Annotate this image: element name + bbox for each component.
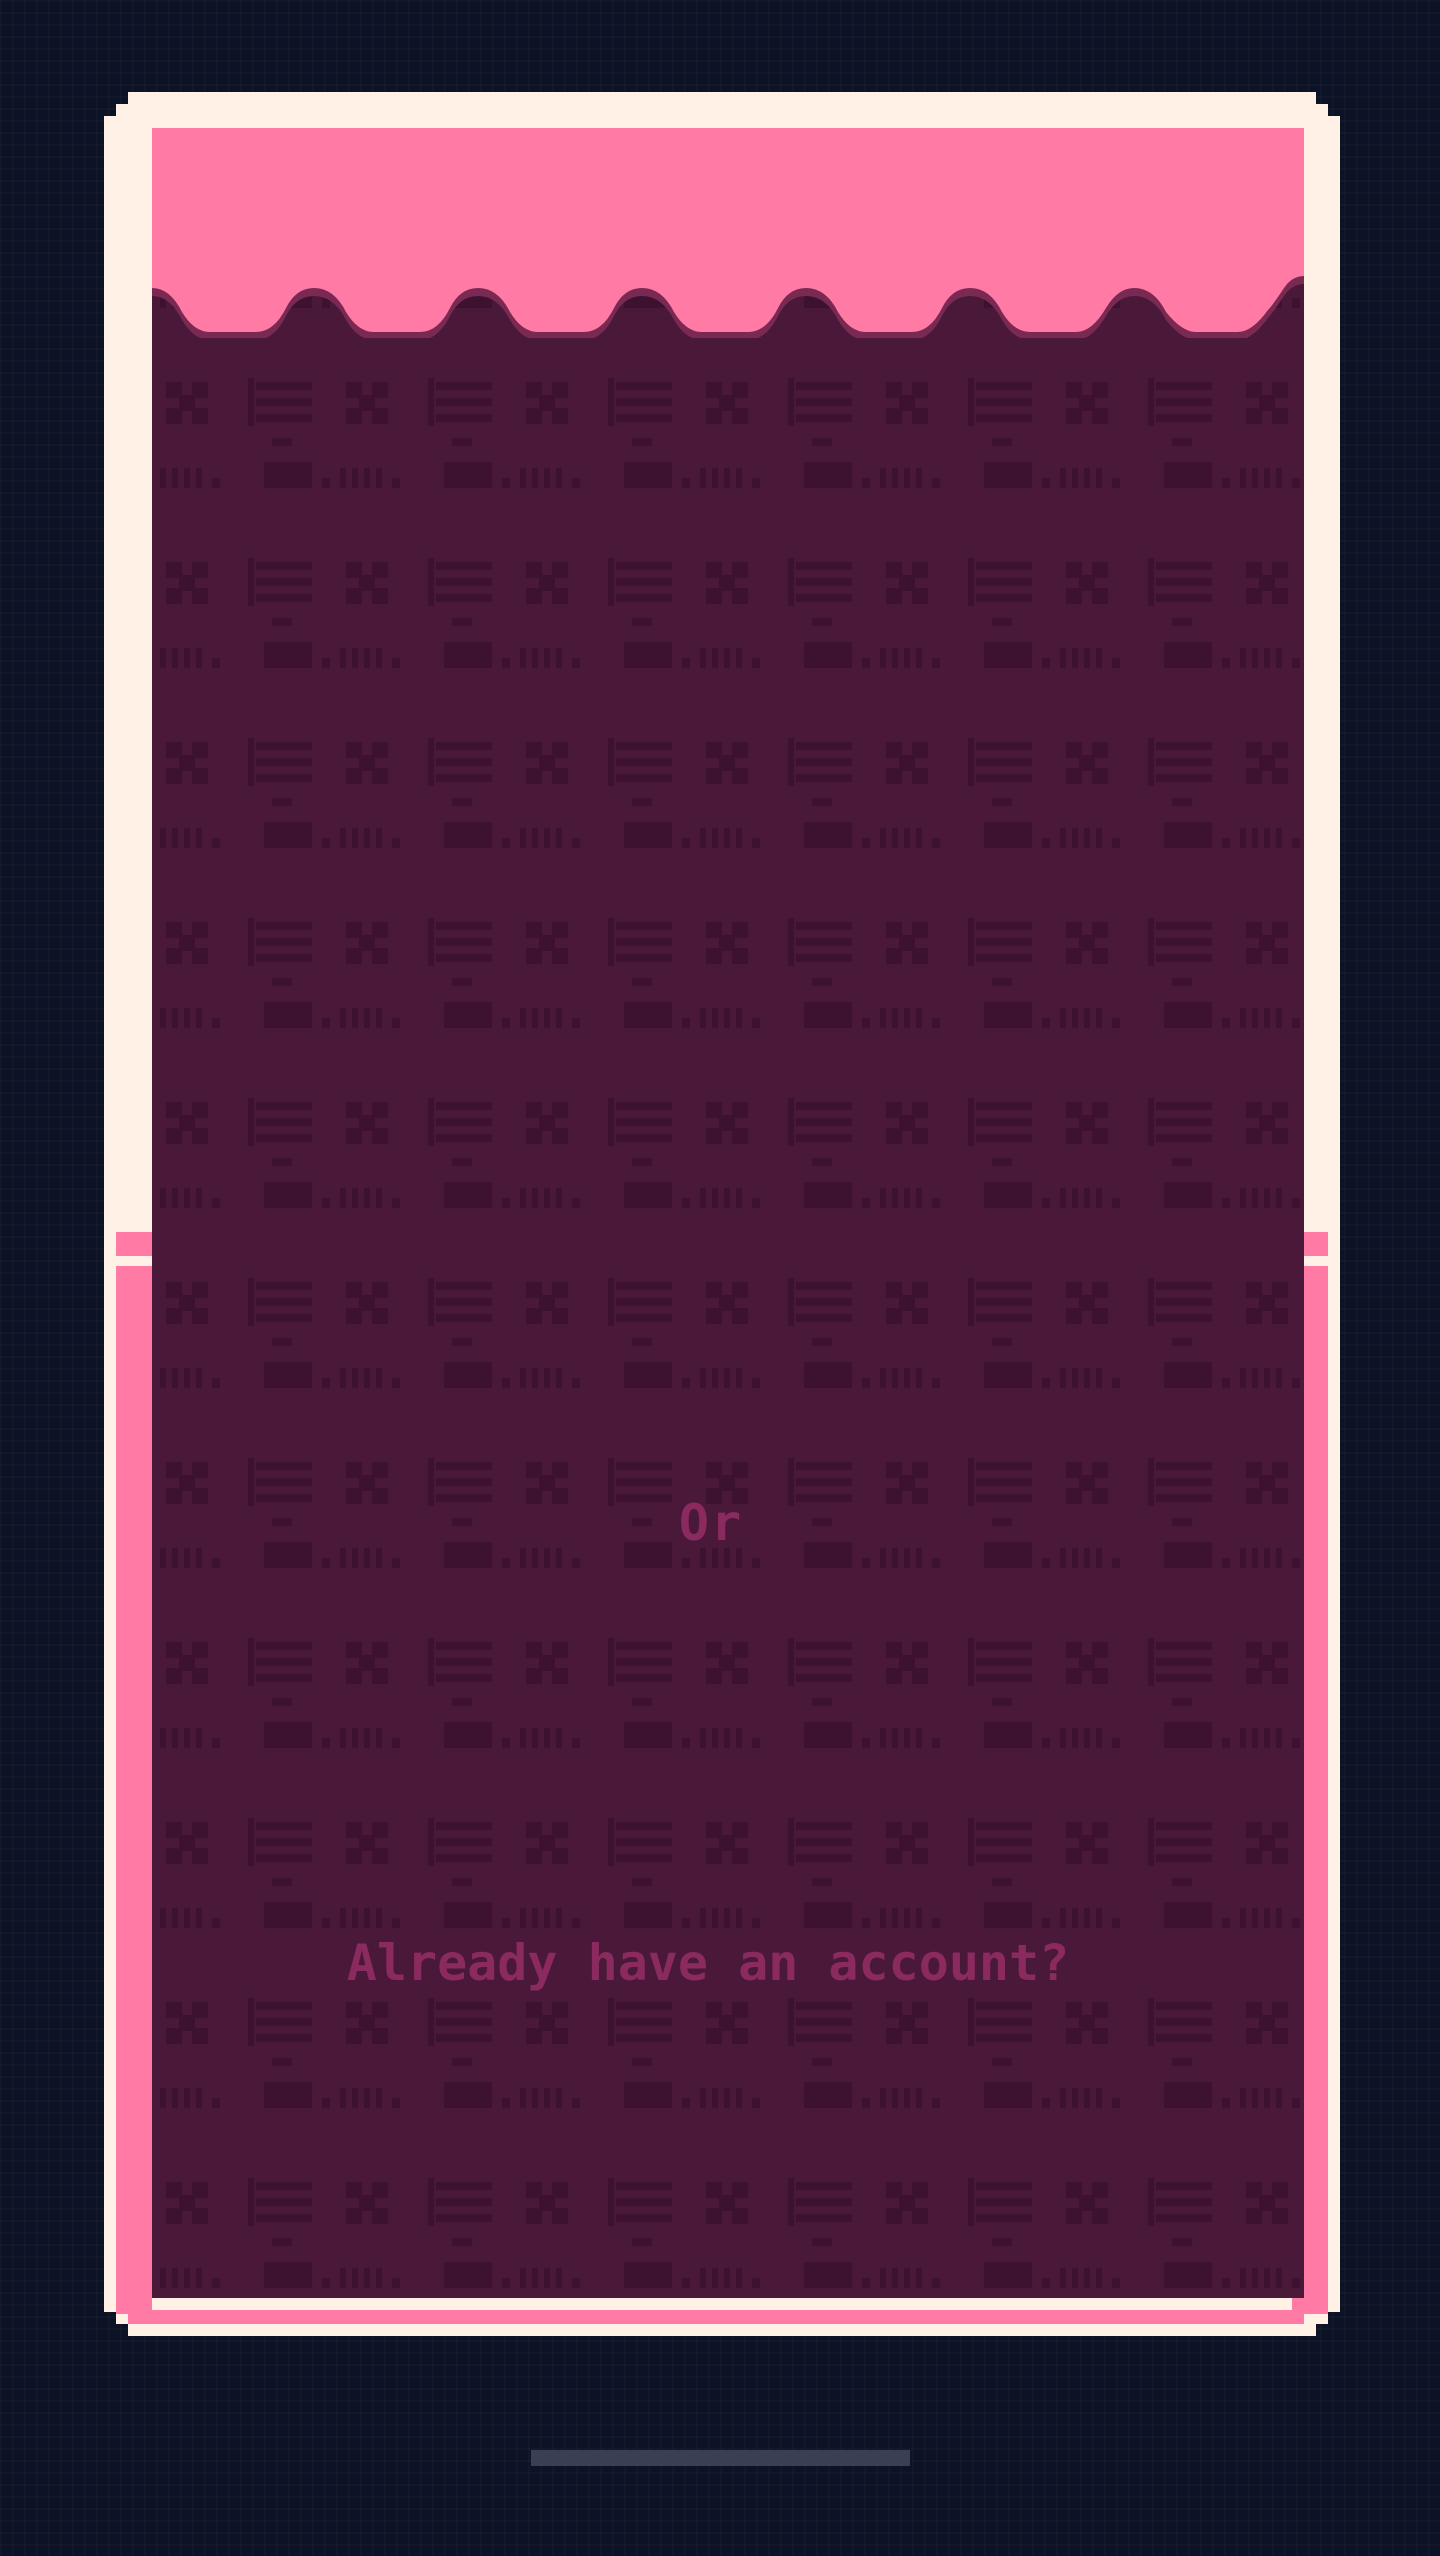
frame-bottom-cream bbox=[152, 2298, 1292, 2310]
header-wave-band bbox=[152, 128, 1304, 338]
login-link[interactable]: Already have an account? bbox=[152, 1934, 1264, 1992]
divider-or-label: Or bbox=[678, 1494, 744, 1552]
app-screen: Or Already have an account? bbox=[152, 128, 1304, 2298]
home-indicator-bar[interactable] bbox=[531, 2450, 910, 2466]
device-frame: Or Already have an account? bbox=[104, 92, 1340, 2336]
